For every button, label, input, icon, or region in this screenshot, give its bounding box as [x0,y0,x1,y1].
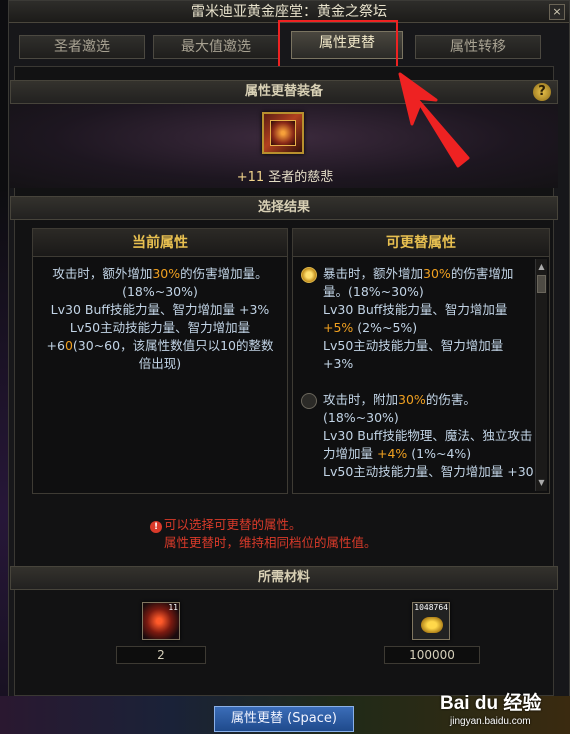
warning-message: ! 可以选择可更替的属性。 属性更替时，维持相同档位的属性值。 [150,516,450,552]
equipment-item-icon [270,120,296,146]
tab-attribute-transfer[interactable]: 属性转移 [415,35,541,59]
current-attr-line1: 攻击时，额外增加 [52,266,153,281]
material-slot-1[interactable]: 11 [142,602,180,640]
annotation-highlight-box [278,20,398,68]
watermark-url: jingyan.baidu.com [450,716,531,727]
current-attribute-title: 当前属性 [33,229,287,257]
option2-line3: Lv50主动技能力量、智力增加量 +30 [323,464,534,479]
tab-max-value-select[interactable]: 最大值邀选 [153,35,279,59]
section-header-result: 选择结果 [10,196,558,220]
option1-line1-value: 30% [423,266,451,281]
current-attr-line3-rest: (30~60，该属性数值只以10的整数倍出现) [72,338,274,371]
watermark-logo: Bai du 经验 [440,693,542,714]
attribute-option-2[interactable]: 攻击时，附加30%的伤害。(18%~30%) Lv30 Buff技能物理、魔法、… [293,373,549,481]
option2-line2-value: +4% [376,446,408,461]
current-attribute-text: 攻击时，额外增加30%的伤害增加量。(18%~30%) Lv30 Buff技能力… [33,257,287,373]
current-attr-line2: Lv30 Buff技能力量、智力增加量 +3% [50,302,270,317]
radio-selected-icon[interactable] [301,267,317,283]
material-1-badge: 11 [168,603,178,612]
attribute-option-1[interactable]: 暴击时，额外增加30%的伤害增加量。(18%~30%) Lv30 Buff技能力… [293,257,549,373]
option2-line2-rest: (1%~4%) [407,446,472,461]
equip-header-label: 属性更替装备 [244,84,323,99]
scroll-up-icon[interactable]: ▲ [536,261,547,273]
warning-line2: 属性更替时，维持相同档位的属性值。 [164,535,377,550]
current-attribute-box: 当前属性 攻击时，额外增加30%的伤害增加量。(18%~30%) Lv30 Bu… [32,228,288,494]
replaceable-attribute-title: 可更替属性 [293,229,549,257]
baidu-watermark: Bai du 经验 jingyan.baidu.com [440,688,570,734]
option1-line2: Lv30 Buff技能力量、智力增加量 [323,302,508,317]
warning-icon: ! [150,521,162,533]
radio-unselected-icon[interactable] [301,393,317,409]
scroll-thumb[interactable] [537,275,546,293]
attribute-list-scrollbar[interactable]: ▲ ▼ [535,259,547,491]
equipment-slot[interactable] [262,112,304,154]
gold-coins-icon [421,617,443,633]
current-attr-line1-value: 30% [152,266,181,281]
replace-attribute-button[interactable]: 属性更替 (Space) [214,706,354,732]
option1-line2-value: +5% [323,320,354,335]
material-slot-2[interactable]: 1048764 [412,602,450,640]
option2-line1-value: 30% [398,392,426,407]
equipment-enhance-level: +11 [236,170,265,185]
material-2-badge: 1048764 [414,603,448,612]
tab-saint-select[interactable]: 圣者邀选 [19,35,145,59]
option2-line1: 攻击时，附加 [323,392,399,407]
help-icon[interactable]: ? [533,83,551,101]
section-header-equipment: 属性更替装备 ? [10,80,558,104]
equipment-name-text: 圣者的慈悲 [268,170,334,185]
replaceable-attribute-box: 可更替属性 暴击时，额外增加30%的伤害增加量。(18%~30%) Lv30 B… [292,228,550,494]
option1-line2-rest: (2%~5%) [353,320,418,335]
option1-line1: 暴击时，额外增加 [323,266,424,281]
warning-line1: 可以选择可更替的属性。 [164,517,302,532]
close-icon[interactable]: × [549,4,565,20]
scroll-down-icon[interactable]: ▼ [536,477,547,489]
current-attr-line3-value: 0 [64,338,73,353]
materials-header-label: 所需材料 [257,570,310,585]
option1-line3: Lv50主动技能力量、智力增加量 +3% [323,338,504,371]
equipment-name: +11 圣者的慈悲 [200,166,370,185]
result-header-label: 选择结果 [257,200,310,215]
section-header-materials: 所需材料 [10,566,558,590]
material-1-count: 2 [116,646,206,664]
material-2-count: 100000 [384,646,480,664]
window-title: 雷米迪亚黄金座堂：黄金之祭坛 [191,4,387,20]
